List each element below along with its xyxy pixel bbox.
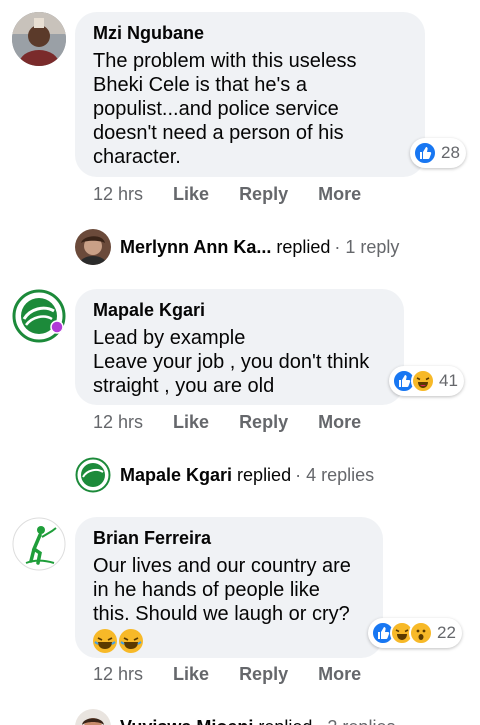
reply-button[interactable]: Reply [239, 412, 288, 433]
avatar[interactable] [12, 12, 66, 66]
avatar [75, 709, 111, 725]
reply-count: · 2 replies [316, 717, 395, 725]
comment-text: The problem with this useless Bheki Cele… [93, 50, 357, 168]
timestamp[interactable]: 12 hrs [93, 664, 143, 685]
replied-label: replied [258, 717, 312, 725]
avatar[interactable] [12, 289, 66, 343]
more-button[interactable]: More [318, 412, 361, 433]
comment-bubble: Brian Ferreira Our lives and our country… [75, 517, 383, 658]
comment-author[interactable]: Brian Ferreira [93, 527, 365, 549]
wow-icon [409, 621, 433, 645]
comment-author[interactable]: Mapale Kgari [93, 299, 386, 321]
org-logo-icon [12, 289, 66, 343]
avatar[interactable] [12, 517, 66, 571]
reply-button[interactable]: Reply [239, 184, 288, 205]
more-button[interactable]: More [318, 184, 361, 205]
reply-count: · 4 replies [295, 464, 375, 485]
reply-author: Vuyiswa Mjoeni [120, 717, 253, 725]
reply-author: Merlynn Ann Ka... [120, 236, 272, 257]
view-replies-link[interactable]: Mapale Kgari replied · 4 replies [75, 457, 374, 493]
reaction-summary[interactable]: 41 [389, 366, 464, 396]
replied-label: replied [276, 236, 331, 257]
like-button[interactable]: Like [173, 184, 209, 205]
rofl-emoji [119, 629, 143, 653]
reaction-summary[interactable]: 22 [368, 618, 462, 648]
like-icon [413, 141, 437, 165]
more-button[interactable]: More [318, 664, 361, 685]
comment-bubble: Mapale Kgari Lead by example Leave your … [75, 289, 404, 405]
comment-actions: 12 hrs Like Reply More [93, 412, 391, 433]
comment-author[interactable]: Mzi Ngubane [93, 22, 407, 44]
comment-bubble: Mzi Ngubane The problem with this useles… [75, 12, 425, 177]
like-button[interactable]: Like [173, 412, 209, 433]
comment-text: Our lives and our country are in he hand… [93, 555, 351, 625]
view-replies-link[interactable]: Merlynn Ann Ka... replied · 1 reply [75, 229, 399, 265]
avatar [75, 229, 111, 265]
avatar [75, 457, 111, 493]
haha-icon [411, 369, 435, 393]
user-photo-icon [75, 709, 111, 725]
timestamp[interactable]: 12 hrs [93, 412, 143, 433]
comment-actions: 12 hrs Like Reply More [93, 664, 391, 685]
org-logo-icon [75, 457, 111, 493]
reply-count: · 1 reply [334, 236, 400, 257]
reaction-summary[interactable]: 28 [410, 138, 466, 168]
view-replies-link[interactable]: Vuyiswa Mjoeni replied · 2 replies [75, 709, 395, 725]
reaction-count: 22 [437, 623, 456, 642]
user-photo-icon [75, 229, 111, 265]
golfer-logo-icon [12, 517, 66, 571]
reply-author: Mapale Kgari [120, 464, 233, 485]
user-photo-icon [12, 12, 66, 66]
reply-button[interactable]: Reply [239, 664, 288, 685]
comment-actions: 12 hrs Like Reply More [93, 184, 391, 205]
reaction-count: 28 [441, 143, 460, 162]
replied-label: replied [237, 464, 292, 485]
inline-emoji-row [93, 629, 365, 653]
timestamp[interactable]: 12 hrs [93, 184, 143, 205]
rofl-emoji [93, 629, 117, 653]
like-button[interactable]: Like [173, 664, 209, 685]
comment-text: Lead by example Leave your job , you don… [93, 327, 370, 397]
reaction-count: 41 [439, 371, 458, 390]
